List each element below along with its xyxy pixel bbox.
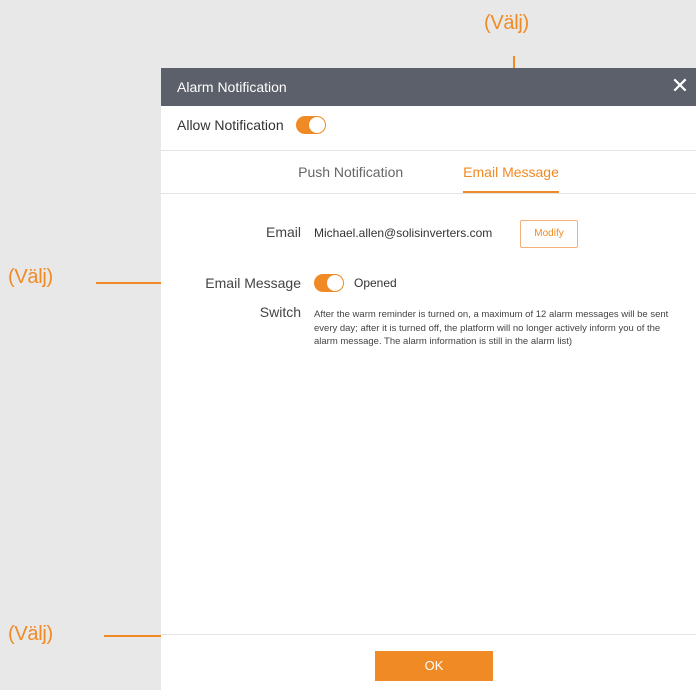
email-switch-status: Opened <box>354 276 397 290</box>
email-switch-row: Opened <box>314 274 397 292</box>
modify-button[interactable]: Modify <box>520 220 578 248</box>
annotation-label-left: (Välj) <box>8 266 53 288</box>
dialog-header: Alarm Notification ✕ <box>161 68 696 106</box>
email-label: Email <box>265 224 301 240</box>
annotation-arrow-left <box>96 277 178 289</box>
allow-notification-label: Allow Notification <box>177 117 284 133</box>
email-switch-description: After the warm reminder is turned on, a … <box>314 309 669 347</box>
divider <box>161 193 696 194</box>
annotation-label-top: (Välj) <box>484 12 529 34</box>
email-switch-label: Email Message <box>205 275 301 291</box>
footer-divider <box>161 634 696 635</box>
allow-notification-row: Allow Notification <box>177 116 326 134</box>
ok-button[interactable]: OK <box>375 651 493 681</box>
email-switch-label-cont: Switch <box>259 304 301 320</box>
dialog-title: Alarm Notification <box>177 79 287 95</box>
email-message-toggle[interactable] <box>314 274 344 292</box>
tab-push-notification[interactable]: Push Notification <box>268 151 433 193</box>
annotation-label-bottom: (Välj) <box>8 623 53 645</box>
alarm-notification-dialog: Alarm Notification ✕ Allow Notification … <box>161 68 696 690</box>
email-value: Michael.allen@solisinverters.com <box>314 226 493 240</box>
tab-email-message[interactable]: Email Message <box>433 151 589 193</box>
close-icon[interactable]: ✕ <box>668 74 692 98</box>
notification-tabs: Push Notification Email Message <box>161 151 696 193</box>
allow-notification-toggle[interactable] <box>295 116 326 134</box>
